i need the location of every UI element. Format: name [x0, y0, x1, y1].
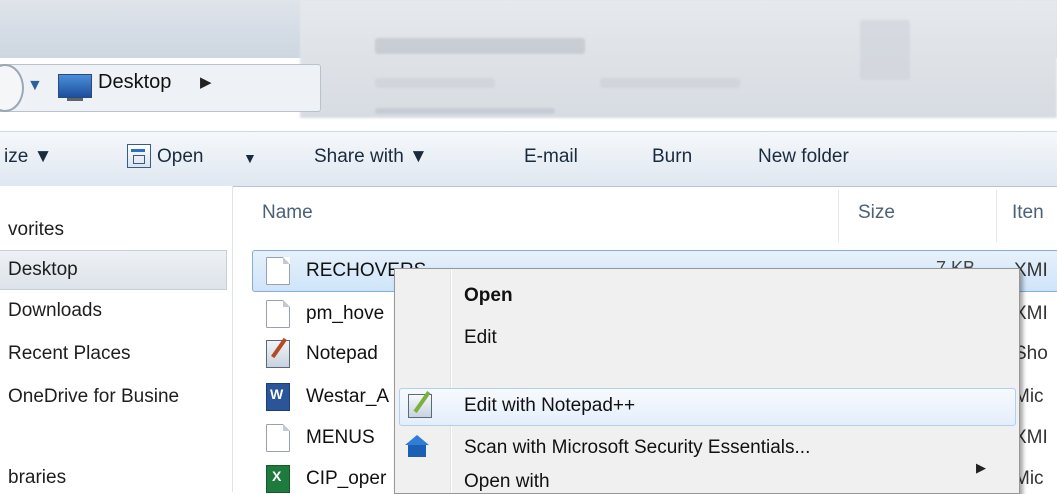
menu-icon-gutter [450, 270, 452, 492]
word-icon [266, 383, 290, 411]
menu-item-edit[interactable]: Edit [464, 327, 497, 349]
column-header-name[interactable]: Name [262, 202, 313, 224]
recent-locations-dropdown-icon[interactable]: ▼ [27, 77, 43, 95]
security-essentials-icon [405, 435, 429, 457]
organize-button[interactable]: ize ▼ [4, 146, 52, 168]
menu-item-scan[interactable]: Scan with Microsoft Security Essentials.… [464, 437, 810, 459]
nav-item-downloads[interactable]: Downloads [8, 300, 102, 322]
file-name[interactable]: Notepad [306, 343, 378, 365]
breadcrumb-arrow-icon[interactable]: ▶ [200, 73, 212, 91]
nav-item-recent-places[interactable]: Recent Places [8, 343, 131, 365]
file-name[interactable]: Westar_A [306, 386, 389, 408]
nav-item-onedrive[interactable]: OneDrive for Busine [8, 386, 179, 408]
excel-icon [266, 465, 290, 493]
address-location[interactable]: Desktop [98, 71, 171, 94]
burn-button[interactable]: Burn [652, 146, 692, 168]
nav-item-desktop[interactable]: Desktop [8, 259, 78, 281]
submenu-arrow-icon: ▶ [976, 460, 986, 475]
document-icon [266, 300, 290, 328]
open-dropdown-icon[interactable]: ▼ [243, 150, 257, 166]
nav-libraries-header[interactable]: braries [8, 467, 66, 489]
open-app-icon[interactable] [127, 144, 151, 168]
share-with-button[interactable]: Share with ▼ [314, 146, 428, 168]
menu-item-open[interactable]: Open [464, 285, 513, 307]
document-icon [266, 424, 290, 452]
file-name[interactable]: pm_hove [306, 303, 384, 325]
notepad-plus-plus-icon [408, 394, 432, 418]
column-divider[interactable] [838, 190, 839, 242]
new-folder-button[interactable]: New folder [758, 146, 849, 168]
column-header-size[interactable]: Size [858, 202, 895, 224]
notepad-shortcut-icon [266, 340, 290, 368]
column-header-type[interactable]: Iten [1012, 202, 1044, 224]
file-name[interactable]: MENUS [306, 427, 375, 449]
open-button[interactable]: Open [157, 146, 203, 168]
column-divider[interactable] [996, 190, 997, 242]
background-window [300, 0, 1057, 118]
nav-favorites-header[interactable]: vorites [8, 219, 64, 241]
menu-item-open-with[interactable]: Open with [464, 471, 550, 493]
email-button[interactable]: E-mail [524, 146, 578, 168]
document-icon [266, 257, 290, 285]
menu-item-edit-with-notepad[interactable]: Edit with Notepad++ [464, 395, 635, 417]
desktop-location-icon [58, 74, 92, 101]
file-name[interactable]: CIP_oper [306, 468, 386, 490]
